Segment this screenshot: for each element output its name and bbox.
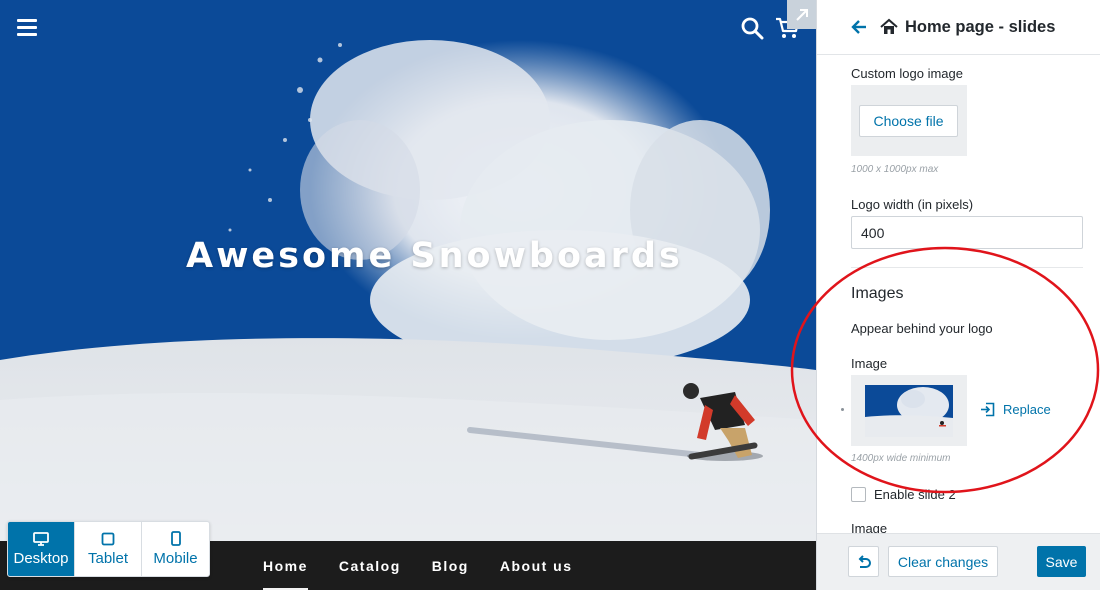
desktop-icon <box>33 531 49 546</box>
site-preview: Awesome Snowboards Home Catalog Blog Abo… <box>0 0 816 590</box>
expand-preview-button[interactable] <box>787 0 816 29</box>
thumbnail-image <box>865 385 953 437</box>
panel-footer: Clear changes Save <box>817 533 1100 590</box>
choose-file-button[interactable]: Choose file <box>859 105 958 137</box>
panel-header: Home page - slideshow <box>817 0 1100 55</box>
desktop-label: Desktop <box>13 549 69 567</box>
drag-handle-dot <box>841 408 844 411</box>
hero-title: Awesome Snowboards <box>186 236 683 276</box>
enable-slide-2-label: Enable slide 2 <box>874 487 956 502</box>
logo-size-hint: 1000 x 1000px max <box>851 164 939 175</box>
back-arrow-icon[interactable] <box>850 17 876 37</box>
nav-catalog[interactable]: Catalog <box>339 558 401 574</box>
tablet-view-button[interactable]: Tablet <box>75 522 142 576</box>
nav-blog[interactable]: Blog <box>432 558 469 574</box>
nav-about-us[interactable]: About us <box>500 558 573 574</box>
tablet-icon <box>101 532 115 545</box>
clear-changes-button[interactable]: Clear changes <box>888 546 998 577</box>
tablet-label: Tablet <box>87 549 129 567</box>
logo-width-label: Logo width (in pixels) <box>851 197 974 212</box>
images-description: Appear behind your logo <box>851 321 993 336</box>
replace-label: Replace <box>1003 402 1051 417</box>
image-size-hint: 1400px wide minimum <box>851 453 951 464</box>
customizer-window: Awesome Snowboards Home Catalog Blog Abo… <box>0 0 1100 590</box>
hero-background-image <box>0 0 816 590</box>
image-label-2: Image <box>851 521 888 533</box>
mobile-view-button[interactable]: Mobile <box>142 522 209 576</box>
logo-width-input[interactable] <box>851 216 1083 249</box>
section-divider <box>851 267 1083 268</box>
images-heading: Images <box>851 285 904 302</box>
panel-title: Home page - slideshow <box>905 17 1055 36</box>
panel-settings: Custom logo image Choose file 1000 x 100… <box>817 55 1100 533</box>
mobile-label: Mobile <box>153 550 198 567</box>
undo-button[interactable] <box>848 546 879 577</box>
custom-logo-label: Custom logo image <box>851 66 963 81</box>
mobile-icon <box>170 531 181 546</box>
home-icon <box>880 18 898 34</box>
desktop-view-button[interactable]: Desktop <box>8 522 75 576</box>
nav-home[interactable]: Home <box>263 558 308 590</box>
replace-icon <box>981 402 995 417</box>
replace-image-button[interactable]: Replace <box>980 402 1051 417</box>
search-icon[interactable] <box>740 16 764 40</box>
undo-icon <box>858 554 871 568</box>
hamburger-menu-icon[interactable] <box>17 19 37 36</box>
device-switcher: Desktop Tablet Mobile <box>7 521 210 577</box>
logo-upload-area: Choose file <box>851 85 967 156</box>
save-button[interactable]: Save <box>1037 546 1086 577</box>
enable-slide-2-checkbox[interactable] <box>851 487 866 502</box>
customizer-panel: Home page - slideshow Custom logo image … <box>816 0 1100 590</box>
image-label: Image <box>851 356 888 371</box>
expand-arrow-icon <box>795 8 808 21</box>
slide-1-image-thumbnail[interactable] <box>851 375 967 446</box>
